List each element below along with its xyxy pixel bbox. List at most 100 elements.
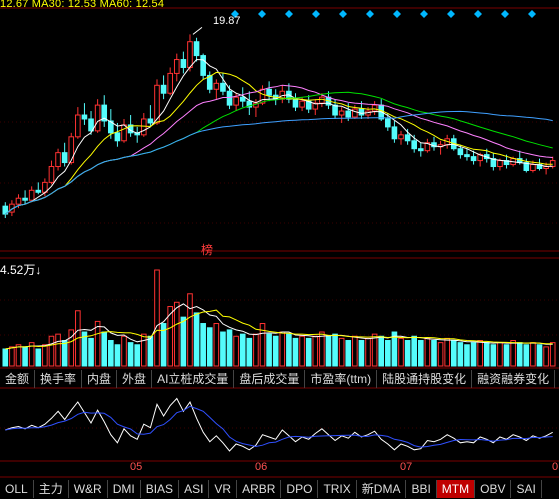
- volume-bar: [2, 348, 9, 367]
- event-marker-icon: [393, 10, 401, 18]
- indicator-tab-7[interactable]: 陆股通持股变化: [377, 370, 473, 388]
- indicator-select-tab-7[interactable]: ARBR: [237, 480, 282, 498]
- volume-bar: [226, 329, 233, 367]
- candle-body: [391, 126, 398, 140]
- candle-body: [35, 189, 42, 193]
- candle-body: [61, 152, 68, 164]
- candle-body: [464, 154, 470, 158]
- candle: [292, 93, 299, 112]
- indicator-tab-4[interactable]: AI立桩成交量: [152, 370, 235, 388]
- candle-body: [332, 104, 338, 116]
- top-markers: [231, 10, 536, 18]
- indicator-select-tab-9[interactable]: TRIX: [318, 480, 357, 498]
- indicator-tab-0[interactable]: 金额: [0, 370, 36, 388]
- indicator-select-tab-11[interactable]: BBI: [406, 480, 437, 498]
- indicator-select-tab-13[interactable]: OBV: [475, 480, 512, 498]
- candle: [160, 75, 167, 100]
- kline-chart[interactable]: [0, 0, 559, 499]
- indicator-selector-tabs: OLL 主力 W&R DMI BIAS ASI VR ARBR DPO TRIX 新DMA BBI MT…: [0, 480, 559, 498]
- candle: [371, 101, 378, 116]
- event-label: 榜: [201, 243, 214, 257]
- volume-bar: [121, 335, 127, 367]
- candle-body: [549, 160, 556, 168]
- indicator-select-tab-2[interactable]: W&R: [69, 480, 108, 498]
- candle-body: [352, 108, 358, 118]
- candle: [2, 202, 9, 219]
- candle-body: [193, 41, 200, 57]
- candle-body: [94, 104, 101, 132]
- event-marker-icon: [258, 10, 266, 18]
- volume-bar: [457, 342, 464, 367]
- indicator-tab-6[interactable]: 市盈率(ttm): [305, 370, 378, 388]
- candle: [193, 37, 200, 62]
- candle: [55, 148, 61, 171]
- indicator-select-tab-6[interactable]: VR: [209, 480, 238, 498]
- volume-bar: [319, 331, 325, 367]
- candle: [134, 126, 141, 143]
- volume-max-label: 4.52万↓: [0, 263, 42, 277]
- volume-bar: [424, 337, 431, 367]
- candle: [154, 79, 160, 125]
- candle-body: [417, 148, 424, 152]
- ma20-line: [4, 84, 553, 215]
- candle: [312, 99, 319, 116]
- indicator-select-tab-4[interactable]: BIAS: [141, 480, 180, 498]
- candle-body: [338, 110, 345, 116]
- indicator-select-tab-10[interactable]: 新DMA: [357, 480, 407, 498]
- volume-bar: [312, 335, 319, 367]
- indicator-tab-5[interactable]: 盘后成交量: [234, 370, 306, 388]
- candle: [121, 118, 127, 143]
- volume-bar: [220, 331, 226, 367]
- volume-bar: [213, 323, 220, 367]
- event-marker-icon: [339, 10, 347, 18]
- volume-bar: [352, 335, 358, 367]
- indicator-select-tab-5[interactable]: ASI: [179, 480, 210, 498]
- volume-bar: [411, 335, 418, 367]
- indicator-select-tab-1[interactable]: 主力: [34, 480, 69, 498]
- volume-bar: [180, 316, 187, 367]
- volume-bar: [108, 340, 114, 367]
- indicator-tab-2[interactable]: 内盘: [82, 370, 118, 388]
- indicator-tab-8[interactable]: 融资融券变化: [472, 370, 556, 388]
- indicator-select-tab-14[interactable]: SAI: [511, 480, 542, 498]
- volume-bar: [516, 342, 523, 367]
- ma30-line: [4, 91, 553, 215]
- candle: [61, 142, 68, 167]
- volume-bar: [42, 344, 48, 367]
- candle-body: [167, 72, 173, 94]
- candle: [48, 160, 55, 185]
- volume-bar: [490, 344, 497, 367]
- candle-body: [48, 166, 55, 183]
- volume-bar: [55, 333, 61, 367]
- candle: [75, 107, 81, 139]
- candle-body: [173, 59, 180, 74]
- event-marker-icon: [528, 10, 536, 18]
- indicator-select-tab-12[interactable]: MTM: [436, 480, 476, 498]
- event-marker-icon: [312, 10, 320, 18]
- candle: [437, 140, 444, 155]
- candle-body: [371, 104, 378, 112]
- volume-bar: [61, 340, 68, 367]
- indicator-select-tab-3[interactable]: DMI: [108, 480, 141, 498]
- indicator-tab-3[interactable]: 外盘: [117, 370, 153, 388]
- volume-series: [2, 269, 556, 367]
- volume-bar: [9, 346, 15, 367]
- candle-body: [213, 82, 220, 90]
- ma10-line: [4, 71, 553, 215]
- volume-bar: [404, 340, 411, 367]
- candle-body: [81, 114, 88, 120]
- volume-bar: [15, 344, 22, 367]
- indicator-tab-1[interactable]: 换手率: [35, 370, 83, 388]
- volume-bar: [286, 333, 292, 367]
- candle: [147, 105, 154, 127]
- volume-bar: [127, 342, 134, 367]
- volume-bar: [530, 342, 536, 367]
- volume-bar: [398, 337, 404, 367]
- candle: [81, 103, 88, 125]
- candle: [391, 120, 398, 143]
- candle-body: [55, 152, 61, 168]
- indicator-select-tab-8[interactable]: DPO: [281, 480, 319, 498]
- candle: [35, 182, 42, 195]
- indicator-select-tab-0[interactable]: OLL: [0, 480, 34, 498]
- volume-bar: [483, 342, 490, 367]
